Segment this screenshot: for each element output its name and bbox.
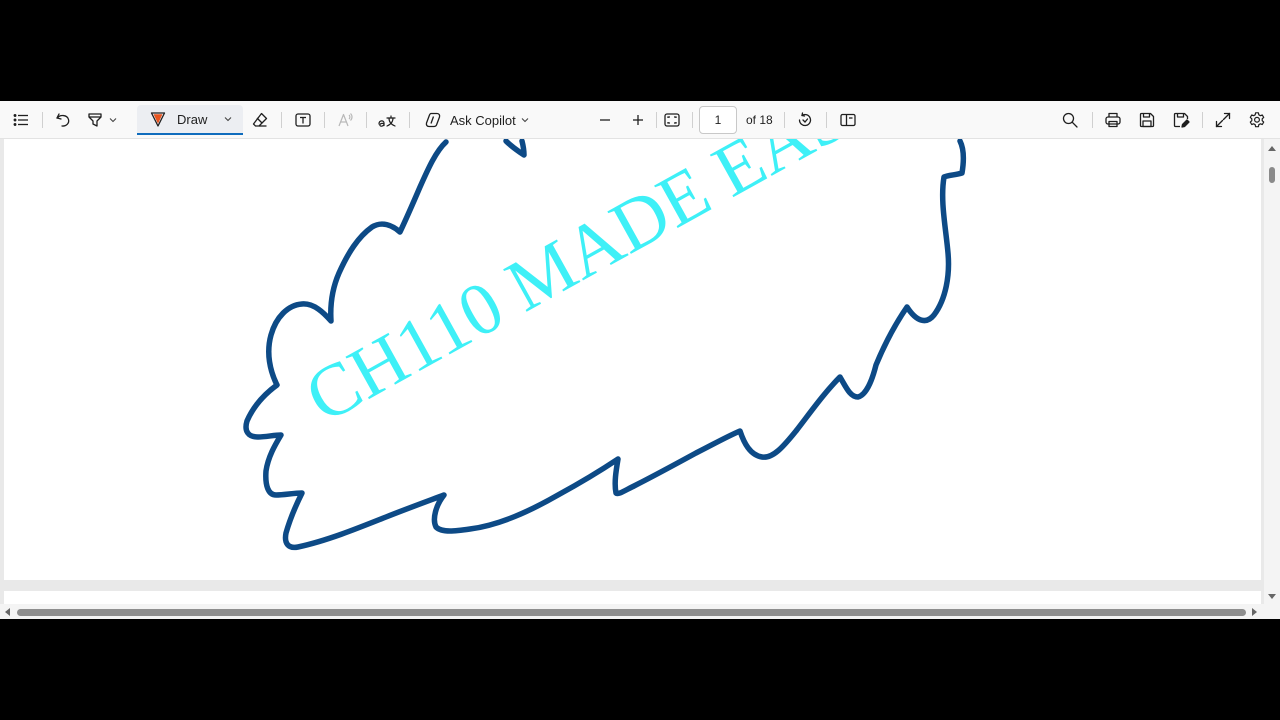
read-aloud-button[interactable] xyxy=(333,106,357,134)
pdf-page: CH110 MADE EASY xyxy=(4,139,1261,580)
print-button[interactable] xyxy=(1101,106,1125,134)
text-box-icon xyxy=(295,113,311,127)
toolbar-divider xyxy=(366,112,367,128)
zoom-out-button[interactable] xyxy=(593,106,617,134)
pen-icon xyxy=(150,112,166,127)
highlighter-icon xyxy=(88,113,102,127)
document-viewport[interactable]: CH110 MADE EASY xyxy=(0,139,1264,604)
printer-icon xyxy=(1105,112,1121,128)
scroll-up-arrow[interactable] xyxy=(1268,146,1276,151)
undo-button[interactable] xyxy=(51,106,75,134)
page-view-button[interactable] xyxy=(836,106,860,134)
settings-button[interactable] xyxy=(1245,106,1269,134)
draw-button[interactable]: Draw xyxy=(137,105,243,135)
save-as-icon xyxy=(1173,112,1190,128)
highlight-button[interactable] xyxy=(84,106,128,134)
scroll-right-arrow[interactable] xyxy=(1252,608,1257,616)
rotate-button[interactable] xyxy=(793,106,817,134)
toolbar-divider xyxy=(42,112,43,128)
page-drawing: CH110 MADE EASY xyxy=(243,139,967,551)
eraser-icon xyxy=(252,112,268,127)
page-number-input[interactable] xyxy=(699,106,737,134)
search-icon xyxy=(1062,112,1078,128)
pdf-viewer: Draw Ask Copilot 1 of 18 CH110 MADE EASY xyxy=(0,101,1280,619)
horizontal-scroll-thumb[interactable] xyxy=(17,609,1246,616)
toolbar-divider xyxy=(692,112,693,128)
toolbar-divider xyxy=(656,112,657,128)
translate-button[interactable] xyxy=(375,106,399,134)
pdf-page xyxy=(4,591,1261,604)
minus-icon xyxy=(600,119,610,121)
fullscreen-button[interactable] xyxy=(1211,106,1235,134)
toolbar-divider xyxy=(826,112,827,128)
ink-annotation xyxy=(503,139,527,158)
toolbar-divider xyxy=(281,112,282,128)
undo-icon xyxy=(56,113,70,127)
save-as-button[interactable] xyxy=(1169,106,1193,134)
ask-copilot-label: Ask Copilot xyxy=(450,112,516,128)
draw-label: Draw xyxy=(177,111,208,127)
vertical-scroll-thumb[interactable] xyxy=(1269,167,1275,183)
save-icon xyxy=(1139,112,1155,128)
plus-icon xyxy=(633,115,643,125)
scroll-left-arrow[interactable] xyxy=(5,608,10,616)
gear-icon xyxy=(1249,112,1265,128)
toolbar-divider xyxy=(324,112,325,128)
ask-copilot-button[interactable]: Ask Copilot xyxy=(418,106,536,134)
chevron-down-icon xyxy=(224,117,232,122)
toolbar-divider xyxy=(784,112,785,128)
translate-icon xyxy=(378,115,396,127)
chevron-down-icon xyxy=(109,118,117,123)
toolbar-divider xyxy=(1092,112,1093,128)
toolbar-divider xyxy=(1202,112,1203,128)
chevron-down-icon xyxy=(521,118,529,123)
horizontal-scrollbar[interactable] xyxy=(0,604,1264,619)
fit-page-icon xyxy=(664,113,680,127)
page-count: of 18 xyxy=(746,113,773,127)
text-box-button[interactable] xyxy=(291,106,315,134)
fit-page-button[interactable] xyxy=(660,106,684,134)
expand-icon xyxy=(1215,112,1231,128)
vertical-scrollbar[interactable] xyxy=(1264,139,1280,619)
stamp-text: CH110 MADE EASY xyxy=(292,139,908,439)
toolbar: Draw Ask Copilot 1 of 18 xyxy=(0,101,1280,139)
page-view-icon xyxy=(840,113,856,127)
copilot-icon xyxy=(425,112,441,128)
zoom-in-button[interactable] xyxy=(626,106,650,134)
contents-button[interactable] xyxy=(9,106,33,134)
list-icon xyxy=(13,114,28,126)
read-aloud-icon xyxy=(338,113,353,127)
toolbar-divider xyxy=(409,112,410,128)
rotate-icon xyxy=(798,112,812,127)
search-button[interactable] xyxy=(1058,106,1082,134)
save-button[interactable] xyxy=(1135,106,1159,134)
erase-button[interactable] xyxy=(248,106,272,134)
scroll-down-arrow[interactable] xyxy=(1268,594,1276,599)
